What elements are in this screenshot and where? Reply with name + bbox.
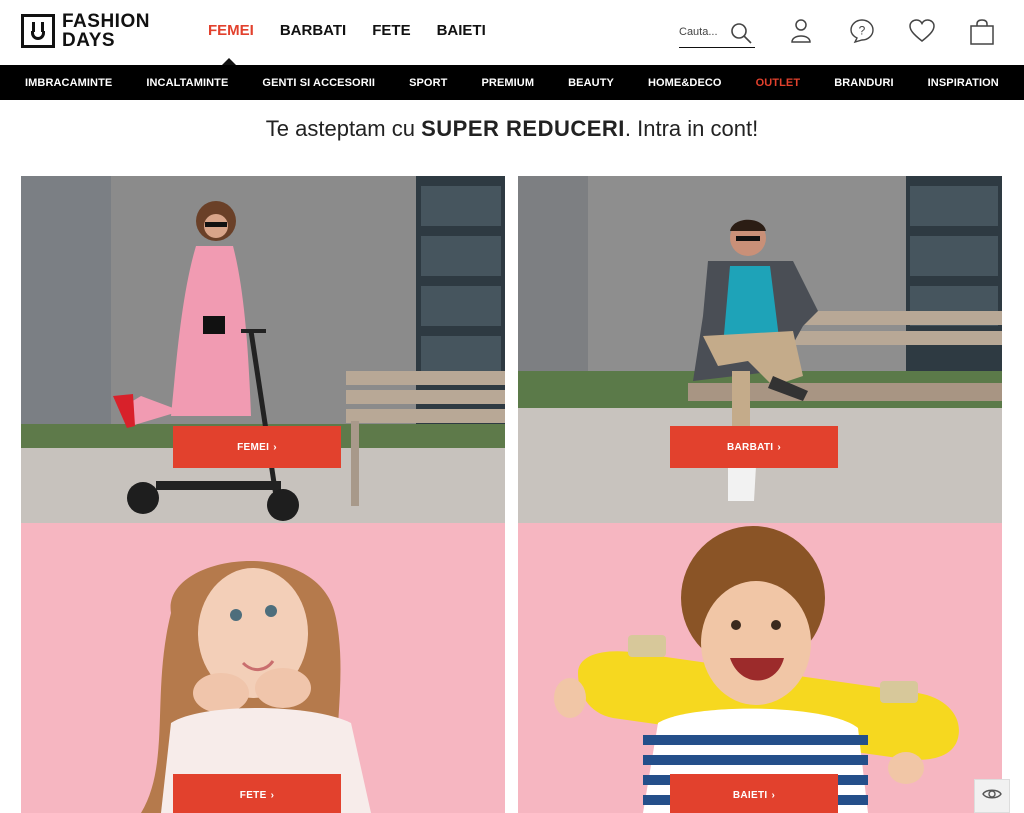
category-genti-si-accesorii[interactable]: GENTI SI ACCESORII (262, 77, 375, 89)
category-home-deco[interactable]: HOME&DECO (648, 77, 722, 89)
active-tab-pointer (222, 58, 236, 65)
barbati-button[interactable]: BARBATI › (670, 426, 838, 468)
category-outlet[interactable]: OUTLET (756, 77, 801, 89)
help-icon[interactable]: ? (849, 18, 875, 49)
chevron-right-icon: › (270, 789, 275, 801)
svg-text:?: ? (859, 24, 866, 38)
promo-text-prefix: Te asteptam cu (265, 116, 415, 141)
site-header: FASHION DAYS FEMEI BARBATI FETE BAIETI ? (0, 0, 1024, 65)
logo-icon (21, 14, 55, 48)
search-box (679, 18, 755, 48)
promo-text-bold: SUPER REDUCERI (421, 116, 625, 141)
search-icon[interactable] (729, 21, 753, 50)
chevron-right-icon: › (273, 441, 277, 453)
eye-icon (982, 787, 1002, 806)
femei-button-label: FEMEI (237, 441, 270, 453)
tile-fete[interactable]: FETE › (21, 523, 505, 813)
chevron-right-icon: › (777, 441, 781, 453)
wishlist-heart-icon[interactable] (908, 18, 936, 49)
logo-text-line2: DAYS (62, 30, 116, 51)
fete-hero-image (21, 523, 505, 813)
category-incaltaminte[interactable]: INCALTAMINTE (146, 77, 228, 89)
logo-text-line1: FASHION (62, 11, 150, 32)
shopping-bag-icon[interactable] (969, 18, 995, 51)
femei-button[interactable]: FEMEI › (173, 426, 341, 468)
category-inspiration[interactable]: INSPIRATION (928, 77, 999, 89)
category-sport[interactable]: SPORT (409, 77, 447, 89)
barbati-button-label: BARBATI (727, 441, 774, 453)
category-beauty[interactable]: BEAUTY (568, 77, 614, 89)
baieti-button[interactable]: BAIETI › (670, 774, 838, 813)
account-icon[interactable] (789, 18, 813, 49)
gender-tab-barbati[interactable]: BARBATI (280, 22, 346, 39)
search-input[interactable] (679, 26, 731, 38)
gender-nav: FEMEI BARBATI FETE BAIETI (208, 22, 486, 39)
gender-tab-baieti[interactable]: BAIETI (437, 22, 486, 39)
baieti-hero-image (518, 523, 1002, 813)
fete-button[interactable]: FETE › (173, 774, 341, 813)
femei-hero-image (21, 176, 505, 523)
gender-tab-femei[interactable]: FEMEI (208, 22, 254, 39)
category-branduri[interactable]: BRANDURI (834, 77, 893, 89)
promo-banner[interactable]: Te asteptam cu SUPER REDUCERI. Intra in … (0, 116, 1024, 142)
barbati-hero-image (518, 176, 1002, 523)
category-premium[interactable]: PREMIUM (481, 77, 534, 89)
fete-button-label: FETE (239, 789, 267, 801)
category-imbracaminte[interactable]: IMBRACAMINTE (25, 77, 112, 89)
accessibility-eye-button[interactable] (974, 779, 1010, 813)
chevron-right-icon: › (771, 789, 776, 801)
baieti-button-label: BAIETI (732, 789, 768, 801)
gender-tab-fete[interactable]: FETE (372, 22, 410, 39)
tile-barbati[interactable]: BARBATI › (518, 176, 1002, 523)
tile-baieti[interactable]: BAIETI › (518, 523, 1002, 813)
category-menu: IMBRACAMINTE INCALTAMINTE GENTI SI ACCES… (0, 65, 1024, 100)
tile-femei[interactable]: FEMEI › (21, 176, 505, 523)
category-bar: IMBRACAMINTE INCALTAMINTE GENTI SI ACCES… (0, 65, 1024, 100)
promo-text-suffix: . Intra in cont! (624, 116, 759, 141)
fashion-days-logo[interactable]: FASHION DAYS (21, 12, 150, 50)
